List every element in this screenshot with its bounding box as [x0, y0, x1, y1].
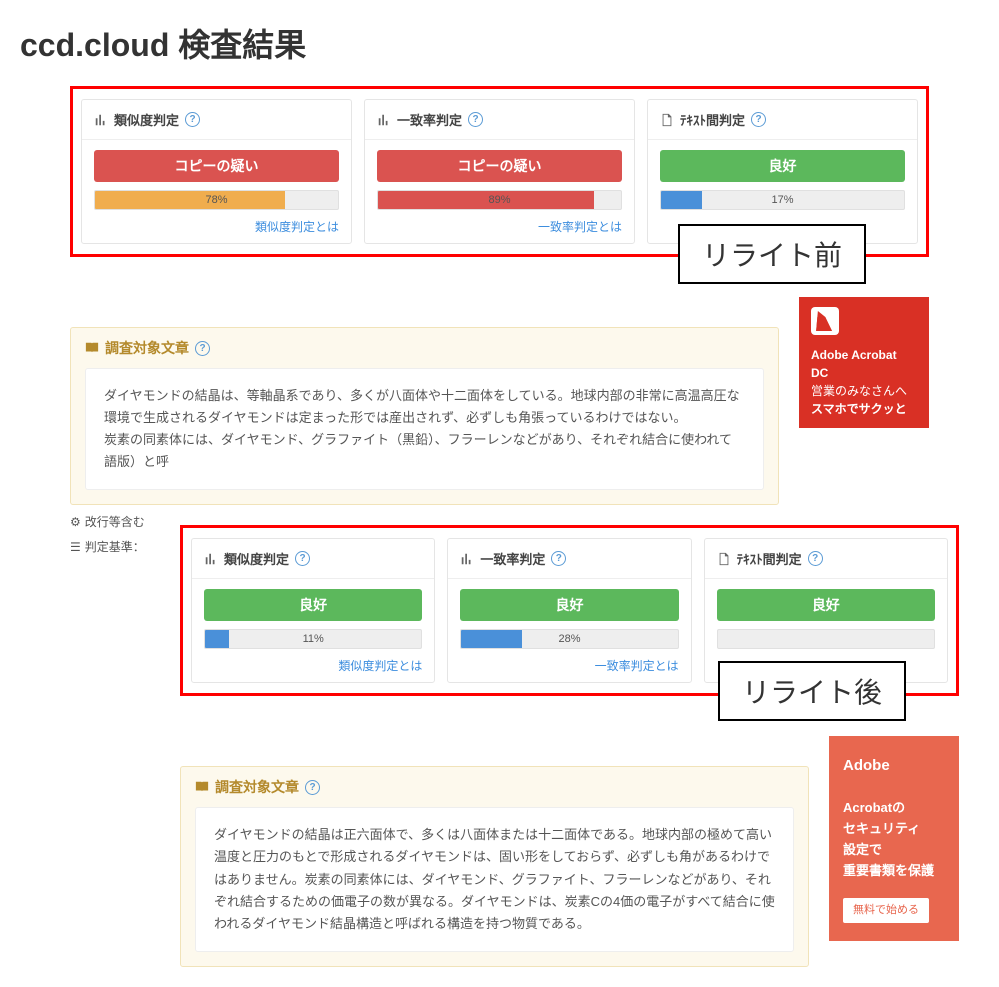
metric-card: 類似度判定? コピーの疑い 78% 類似度判定とは [81, 99, 352, 244]
ad2-cta[interactable]: 無料で始める [843, 898, 929, 924]
target-text-section-2: 調査対象文章 ? ダイヤモンドの結晶は正六面体で、多くは八面体または十二面体であ… [180, 766, 809, 966]
bar-chart-icon [460, 552, 474, 566]
progress-label: 11% [205, 630, 421, 648]
metric-card: 類似度判定? 良好 11% 類似度判定とは [191, 538, 435, 683]
progress-label: 17% [661, 191, 904, 209]
book-icon [85, 341, 99, 355]
card-title: 類似度判定 [114, 110, 179, 129]
gear-icon: ⚙ [70, 515, 81, 529]
bar-chart-icon [204, 552, 218, 566]
progress-bar: 17% [660, 190, 905, 210]
page-title: ccd.cloud 検査結果 [20, 20, 979, 66]
list-icon: ☰ [70, 540, 81, 554]
ad2-brand: Adobe [843, 754, 945, 778]
help-icon[interactable]: ? [468, 112, 483, 127]
progress-bar: 89% [377, 190, 622, 210]
status-badge: コピーの疑い [94, 150, 339, 182]
ad1-title: Adobe Acrobat DC [811, 346, 917, 382]
ad-acrobat-security[interactable]: Adobe Acrobatの セキュリティ 設定で 重要書類を保護 無料で始める [829, 736, 959, 941]
status-badge: コピーの疑い [377, 150, 622, 182]
help-icon[interactable]: ? [751, 112, 766, 127]
ad1-sub1: 営業のみなさんへ [811, 382, 917, 400]
help-icon[interactable]: ? [195, 341, 210, 356]
ad2-line4: 重要書類を保護 [843, 861, 945, 882]
acrobat-logo-icon [811, 307, 839, 335]
ad2-line2: セキュリティ [843, 819, 945, 840]
target-text-1: ダイヤモンドの結晶は、等軸晶系であり、多くが八面体や十二面体をしている。地球内部… [85, 368, 764, 490]
help-icon[interactable]: ? [551, 551, 566, 566]
metric-card: 一致率判定? 良好 28% 一致率判定とは [447, 538, 691, 683]
progress-label: 78% [95, 191, 338, 209]
status-badge: 良好 [460, 589, 678, 621]
card-title: 一致率判定 [397, 110, 462, 129]
progress-label: 28% [461, 630, 677, 648]
bar-chart-icon [377, 113, 391, 127]
before-frame: 類似度判定?コピーの疑い78%類似度判定とは一致率判定?コピーの疑い89%一致率… [70, 86, 929, 257]
detail-link[interactable]: 類似度判定とは [94, 218, 339, 235]
before-label: リライト前 [678, 224, 866, 284]
progress-bar: 78% [94, 190, 339, 210]
target-section-title: 調査対象文章 [105, 338, 189, 358]
metric-card: 一致率判定? コピーの疑い 89% 一致率判定とは [364, 99, 635, 244]
help-icon[interactable]: ? [295, 551, 310, 566]
target-text-2: ダイヤモンドの結晶は正六面体で、多くは八面体または十二面体である。地球内部の極め… [195, 807, 794, 951]
target-section-title-2: 調査対象文章 [215, 777, 299, 797]
card-title: 一致率判定 [480, 549, 545, 568]
help-icon[interactable]: ? [185, 112, 200, 127]
after-frame: 類似度判定? 良好 11% 類似度判定とは 一致率判定? 良好 28% 一致率判定とは ﾃｷｽﾄ… [180, 525, 959, 696]
ad1-sub2: スマホでサクッと [811, 400, 917, 418]
document-icon [660, 113, 674, 127]
progress-label: 89% [378, 191, 621, 209]
status-badge: 良好 [204, 589, 422, 621]
bar-chart-icon [94, 113, 108, 127]
ad-acrobat-dc[interactable]: Adobe Acrobat DC 営業のみなさんへ スマホでサクッと [799, 297, 929, 428]
document-icon [717, 552, 731, 566]
ad2-line1: Acrobatの [843, 798, 945, 819]
after-label: リライト後 [718, 661, 906, 721]
detail-link[interactable]: 一致率判定とは [460, 657, 678, 674]
progress-bar: 11% [204, 629, 422, 649]
status-badge: 良好 [660, 150, 905, 182]
progress-bar [717, 629, 935, 649]
ad2-line3: 設定で [843, 840, 945, 861]
card-title: 類似度判定 [224, 549, 289, 568]
status-badge: 良好 [717, 589, 935, 621]
card-title: ﾃｷｽﾄ間判定 [737, 549, 802, 568]
target-text-section-1: 調査対象文章 ? ダイヤモンドの結晶は、等軸晶系であり、多くが八面体や十二面体を… [70, 327, 779, 505]
help-icon[interactable]: ? [808, 551, 823, 566]
detail-link[interactable]: 一致率判定とは [377, 218, 622, 235]
detail-link[interactable]: 類似度判定とは [204, 657, 422, 674]
metric-card: ﾃｷｽﾄ間判定? 良好 17% [647, 99, 918, 244]
help-icon[interactable]: ? [305, 780, 320, 795]
book-icon [195, 780, 209, 794]
progress-bar: 28% [460, 629, 678, 649]
card-title: ﾃｷｽﾄ間判定 [680, 110, 745, 129]
